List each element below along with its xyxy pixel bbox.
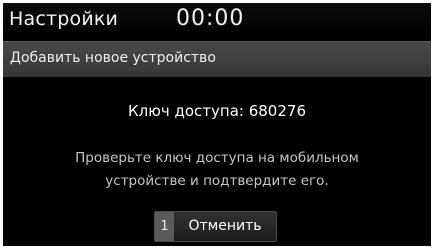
passkey-text: Ключ доступа: 680276: [128, 102, 306, 120]
dialog-body: Ключ доступа: 680276 Проверьте ключ дост…: [3, 77, 431, 246]
cancel-button-label: Отменить: [188, 218, 262, 234]
confirm-message-line-2: устройстве и подтвердите его.: [105, 173, 329, 189]
confirm-message-line-1: Проверьте ключ доступа на мобильном: [75, 150, 359, 166]
cancel-button[interactable]: 1 Отменить: [154, 211, 277, 242]
confirm-message: Проверьте ключ доступа на мобильном устр…: [27, 147, 407, 193]
status-bar: Настройки 00:00: [3, 3, 431, 36]
dialog-title: Добавить новое устройство: [10, 50, 216, 66]
clock: 00:00: [176, 6, 245, 31]
screen-title: Настройки: [9, 8, 119, 30]
dialog-header: Добавить новое устройство: [3, 41, 431, 78]
head-unit-screen: Настройки 00:00 Добавить новое устройств…: [3, 3, 431, 246]
button-index-badge: 1: [155, 212, 174, 241]
